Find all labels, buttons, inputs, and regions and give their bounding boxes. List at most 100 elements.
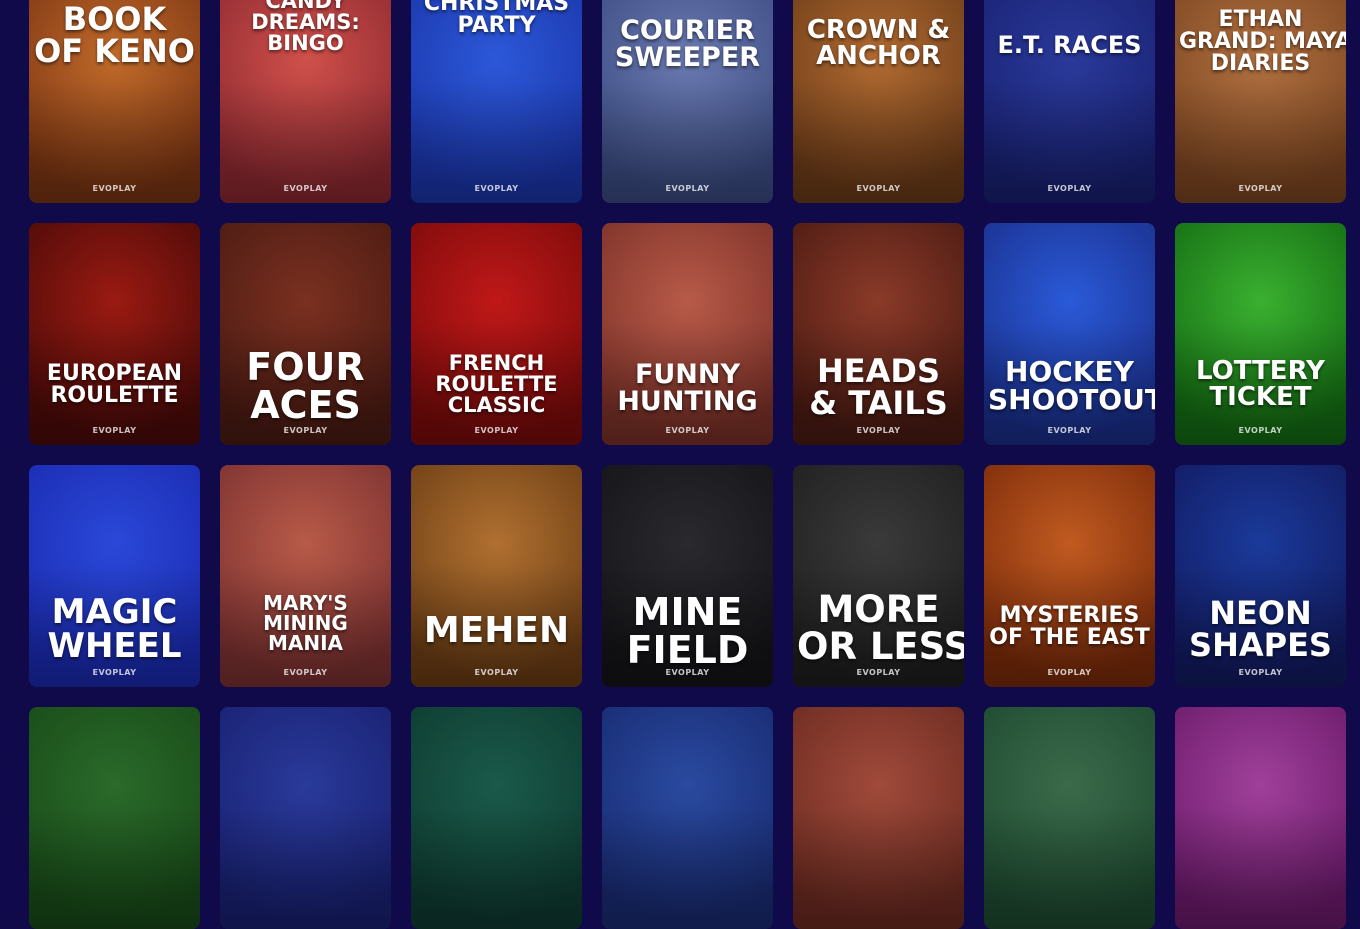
provider-label: EVOPLAY <box>1047 184 1092 193</box>
game-tile-courier-sweeper[interactable]: COURIER SWEEPER EVOPLAY <box>602 0 773 203</box>
provider-label: EVOPLAY <box>283 184 328 193</box>
game-tile-crown-anchor[interactable]: CROWN & ANCHOR EVOPLAY <box>793 0 964 203</box>
game-tile-mine-field[interactable]: MINE FIELD EVOPLAY <box>602 465 773 687</box>
game-title-line: PARTY <box>457 13 536 38</box>
game-title-line: ACES <box>250 383 361 427</box>
game-tile-more-or-less[interactable]: MORE OR LESS EVOPLAY <box>793 465 964 687</box>
game-title: FRENCH ROULETTE CLASSIC <box>415 353 578 416</box>
game-tile-neon-shapes[interactable]: NEON SHAPES EVOPLAY <box>1175 465 1346 687</box>
games-grid: BOOK OF KENO EVOPLAY CANDY DREAMS: BINGO EVOPL… <box>29 0 1346 929</box>
provider-label: EVOPLAY <box>1047 426 1092 435</box>
game-title-line: TICKET <box>1209 382 1312 412</box>
game-title-line: LOTTERY <box>1196 356 1325 386</box>
artwork-shade <box>220 806 391 929</box>
game-tile-candy-dreams-bingo[interactable]: CANDY DREAMS: BINGO EVOPLAY <box>220 0 391 203</box>
game-tile-row4-4[interactable] <box>602 707 773 929</box>
game-title: CHRISTMAS PARTY <box>415 0 578 37</box>
game-title: MARY'S MINING MANIA <box>224 593 387 653</box>
provider-label: EVOPLAY <box>856 668 901 677</box>
provider-label: EVOPLAY <box>92 426 137 435</box>
provider-label: EVOPLAY <box>92 184 137 193</box>
game-title: MEHEN <box>415 613 578 649</box>
game-tile-ethan-grand[interactable]: ETHANGRAND: MAYANDIARIES EVOPLAY <box>1175 0 1346 203</box>
artwork-shade <box>602 806 773 929</box>
game-title: E.T. RACES <box>988 33 1151 57</box>
game-title-line: BINGO <box>267 31 344 55</box>
game-tile-row4-2[interactable] <box>220 707 391 929</box>
game-title: HOCKEY SHOOTOUT <box>988 355 1155 416</box>
game-title: BOOK OF KENO <box>33 3 196 67</box>
game-title-line: WHEEL <box>47 626 182 666</box>
game-tile-row4-7[interactable] <box>1175 707 1346 929</box>
game-tile-four-aces[interactable]: FOUR ACES EVOPLAY <box>220 223 391 445</box>
provider-label: EVOPLAY <box>92 668 137 677</box>
game-title: MAGIC WHEEL <box>33 595 196 663</box>
game-title-line: ETHAN <box>1218 7 1303 32</box>
provider-label: EVOPLAY <box>1238 668 1283 677</box>
provider-label: EVOPLAY <box>474 668 519 677</box>
game-title-line: ANCHOR <box>816 41 941 71</box>
provider-label: EVOPLAY <box>665 184 710 193</box>
game-tile-christmas-party[interactable]: CHRISTMAS PARTY EVOPLAY <box>411 0 582 203</box>
game-title-line: SHOOTOUT <box>988 383 1155 416</box>
game-tile-hockey-shootout[interactable]: HOCKEY SHOOTOUT EVOPLAY <box>984 223 1155 445</box>
game-tile-funny-hunting[interactable]: FUNNY HUNTING EVOPLAY <box>602 223 773 445</box>
game-title-line: FRENCH <box>448 351 545 375</box>
game-tile-mysteries-east[interactable]: MYSTERIES OF THE EAST EVOPLAY <box>984 465 1155 687</box>
artwork-shade <box>411 806 582 929</box>
game-title-line: SHAPES <box>1189 626 1332 664</box>
game-title-line: HEADS <box>816 352 940 390</box>
game-title-line: FIELD <box>626 628 749 672</box>
provider-label: EVOPLAY <box>283 668 328 677</box>
game-tile-french-roulette[interactable]: FRENCH ROULETTE CLASSIC EVOPLAY <box>411 223 582 445</box>
game-title-line: MYSTERIES <box>999 603 1140 628</box>
provider-label: EVOPLAY <box>283 426 328 435</box>
game-title-line: MORE <box>817 588 940 631</box>
game-title: MYSTERIES OF THE EAST <box>988 605 1151 649</box>
game-tile-row4-3[interactable] <box>411 707 582 929</box>
artwork-shade <box>793 806 964 929</box>
game-title-line: MANIA <box>267 631 344 655</box>
provider-label: EVOPLAY <box>1238 184 1283 193</box>
game-title-line: ROULETTE <box>50 383 179 408</box>
game-title: ETHANGRAND: MAYANDIARIES <box>1179 7 1346 75</box>
game-title-line: HOCKEY <box>1005 355 1134 388</box>
game-title-line: OR LESS <box>797 625 964 668</box>
game-tile-marys-mining-mania[interactable]: MARY'S MINING MANIA EVOPLAY <box>220 465 391 687</box>
game-title-line: ROULETTE <box>435 372 558 396</box>
game-title-line: OF KENO <box>34 32 195 70</box>
game-tile-et-races[interactable]: E.T. RACES EVOPLAY <box>984 0 1155 203</box>
game-title-line: OF THE EAST <box>989 625 1150 650</box>
provider-label: EVOPLAY <box>1047 668 1092 677</box>
game-title: MORE OR LESS <box>797 588 964 668</box>
game-title: EUROPEAN ROULETTE <box>33 363 196 407</box>
provider-label: EVOPLAY <box>665 426 710 435</box>
game-title: COURIER SWEEPER <box>606 17 769 71</box>
game-title-line: SWEEPER <box>614 42 761 73</box>
game-title-line: CROWN & <box>806 15 951 45</box>
provider-label: EVOPLAY <box>474 426 519 435</box>
game-title-line: FOUR <box>246 345 365 389</box>
game-tile-row4-6[interactable] <box>984 707 1155 929</box>
game-tile-row4-5[interactable] <box>793 707 964 929</box>
game-title-line: BOOK <box>62 0 167 38</box>
game-title-line: CLASSIC <box>447 393 546 417</box>
game-title-line: FUNNY <box>634 359 741 390</box>
game-tile-mehen[interactable]: MEHEN EVOPLAY <box>411 465 582 687</box>
game-title-line: DREAMS: <box>251 10 360 34</box>
game-tile-lottery-ticket[interactable]: LOTTERY TICKET EVOPLAY <box>1175 223 1346 445</box>
game-title-line: MEHEN <box>423 610 570 651</box>
game-title-line: COURIER <box>620 15 755 46</box>
game-tile-european-roulette[interactable]: EUROPEAN ROULETTE EVOPLAY <box>29 223 200 445</box>
provider-label: EVOPLAY <box>665 668 710 677</box>
game-tile-magic-wheel[interactable]: MAGIC WHEEL EVOPLAY <box>29 465 200 687</box>
game-title-line: MAGIC <box>51 592 178 632</box>
game-title-line: MINING <box>263 611 348 635</box>
game-tile-heads-tails[interactable]: HEADS & TAILS EVOPLAY <box>793 223 964 445</box>
provider-label: EVOPLAY <box>1238 426 1283 435</box>
provider-label: EVOPLAY <box>856 184 901 193</box>
game-title: MINE FIELD <box>606 593 769 669</box>
game-tile-book-of-keno[interactable]: BOOK OF KENO EVOPLAY <box>29 0 200 203</box>
game-tile-row4-1[interactable] <box>29 707 200 929</box>
game-title-line: MINE <box>632 590 743 634</box>
